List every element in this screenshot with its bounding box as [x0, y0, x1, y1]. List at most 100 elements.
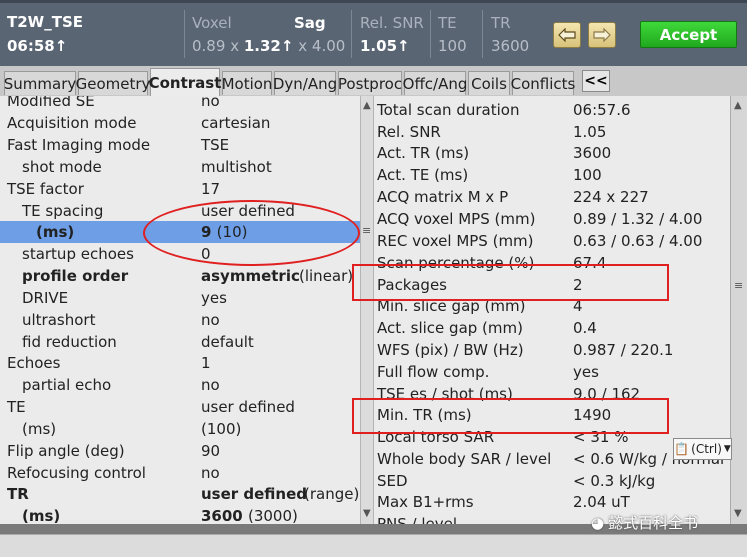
info-row: Act. slice gap (mm) 0.4 [374, 317, 730, 339]
redo-arrow-icon [593, 28, 611, 42]
info-row: REC voxel MPS (mm) 0.63 / 0.63 / 4.00 [374, 230, 730, 252]
scroll-up-icon[interactable]: ▲ [734, 100, 742, 111]
param-name: ultrashort [22, 311, 96, 329]
info-row: ACQ matrix M x P 224 x 227 [374, 186, 730, 208]
info-name: Max B1+rms [377, 493, 474, 511]
collapse-panel-button[interactable]: << [582, 70, 610, 92]
tab-coils[interactable]: Coils [468, 71, 510, 95]
param-row[interactable]: fid reduction default [0, 331, 360, 353]
info-value: 100 [573, 166, 602, 184]
scroll-down-icon[interactable]: ▼ [363, 508, 371, 519]
header-separator [351, 10, 352, 58]
scroll-up-icon[interactable]: ▲ [363, 100, 371, 111]
right-scrollbar[interactable]: ▲ ≡ ▼ [730, 96, 747, 524]
param-row[interactable]: TE user defined [0, 396, 360, 418]
param-row[interactable]: partial echo no [0, 374, 360, 396]
tab-postproc[interactable]: Postproc [338, 71, 402, 95]
param-name: Echoes [7, 354, 61, 372]
tab-conflicts[interactable]: Conflicts [511, 71, 575, 95]
tr-label: TR [491, 14, 511, 32]
tab-summary[interactable]: Summary [4, 71, 76, 95]
info-row: Act. TE (ms) 100 [374, 164, 730, 186]
duration-arrow-icon: ↑ [54, 37, 68, 55]
param-value: user defined [201, 398, 295, 416]
tab-offc-ang[interactable]: Offc/Ang [403, 71, 467, 95]
tr-value-default: (3000) [247, 507, 298, 524]
info-value: 0.63 / 0.63 / 4.00 [573, 232, 703, 250]
info-value: 0.89 / 1.32 / 4.00 [573, 210, 703, 228]
voxel-arrow-icon: ↑ [280, 37, 294, 55]
param-name: partial echo [22, 376, 112, 394]
tab-geometry[interactable]: Geometry [76, 71, 150, 95]
param-value: 1 [201, 354, 211, 372]
rel-snr-label: Rel. SNR [360, 14, 424, 32]
param-extra: (linear) [299, 267, 354, 285]
scroll-down-icon[interactable]: ▼ [734, 508, 742, 519]
accept-button[interactable]: Accept [640, 21, 737, 48]
voxel-label: Voxel [192, 14, 232, 32]
bottom-bar [0, 534, 747, 557]
redo-button[interactable] [588, 22, 616, 48]
protocol-name: T2W_TSE [7, 13, 83, 31]
param-name: TE spacing [22, 202, 104, 220]
param-name: Modified SE [7, 96, 95, 110]
param-name: (ms) [22, 507, 61, 524]
param-value: TSE [201, 136, 230, 154]
info-name: Act. TE (ms) [377, 166, 469, 184]
param-name: Flip angle (deg) [7, 442, 125, 460]
param-row[interactable]: (ms) (100) [0, 418, 360, 440]
info-name: Whole body SAR / level [377, 450, 552, 468]
param-name: Fast Imaging mode [7, 136, 151, 154]
info-value: < 0.3 kJ/kg [573, 472, 656, 490]
info-name: WFS (pix) / BW (Hz) [377, 341, 524, 359]
undo-button[interactable] [553, 22, 581, 48]
param-row[interactable]: profile order asymmetric (linear) [0, 265, 360, 287]
scroll-grip-icon[interactable]: ≡ [734, 279, 743, 292]
splitter-grip-icon[interactable]: ≡ [362, 224, 371, 237]
chevron-down-icon: ▼ [723, 444, 731, 454]
tr-value: 3600 [491, 37, 530, 55]
param-row[interactable]: Modified SE no [0, 96, 360, 112]
param-name: (ms) [36, 223, 75, 241]
param-row[interactable]: TSE factor 17 [0, 178, 360, 200]
clipboard-icon: 📋 [674, 442, 690, 456]
info-row: Total scan duration 06:57.6 [374, 99, 730, 121]
param-row[interactable]: Acquisition mode cartesian [0, 112, 360, 134]
param-extra: (range) [304, 485, 360, 503]
left-scrollbar[interactable]: ▲ ≡ ▼ [360, 96, 374, 524]
param-row[interactable]: DRIVE yes [0, 287, 360, 309]
orientation-label: Sag [294, 14, 326, 32]
param-row[interactable]: Fast Imaging mode TSE [0, 134, 360, 156]
info-value: 0.4 [573, 319, 597, 337]
paste-options-popup[interactable]: 📋 (Ctrl) ▼ [673, 438, 732, 460]
param-row[interactable]: Flip angle (deg) 90 [0, 440, 360, 462]
header-top-line [0, 0, 747, 3]
param-row[interactable]: ultrashort no [0, 309, 360, 331]
info-value: 3600 [573, 144, 612, 162]
voxel-values: 0.89 x 1.32↑ x 4.00 [192, 37, 345, 55]
param-row[interactable]: Echoes 1 [0, 352, 360, 374]
param-row[interactable]: (ms) 3600 (3000) [0, 505, 360, 524]
param-row[interactable]: TR user defined (range) [0, 483, 360, 505]
param-value: no [201, 311, 220, 329]
info-name: Rel. SNR [377, 123, 441, 141]
param-row[interactable]: shot mode multishot [0, 156, 360, 178]
tab-contrast[interactable]: Contrast [149, 68, 221, 96]
watermark-text: 懿式百科全书 [608, 514, 699, 532]
param-name: shot mode [22, 158, 102, 176]
param-row[interactable]: Refocusing control no [0, 462, 360, 484]
param-value: default [201, 333, 254, 351]
highlight-box-min-tr [352, 398, 669, 434]
wechat-icon: ◕ [591, 514, 605, 532]
tab-motion[interactable]: Motion [222, 71, 272, 95]
exam-header: T2W_TSE 06:58↑ Voxel Sag 0.89 x 1.32↑ x … [0, 0, 747, 66]
tab-dyn-ang[interactable]: Dyn/Ang [273, 71, 337, 95]
info-row: WFS (pix) / BW (Hz) 0.987 / 220.1 [374, 339, 730, 361]
voxel-sep-1: x [230, 37, 240, 55]
scan-duration-value: 06:58 [7, 37, 55, 55]
header-separator [430, 10, 431, 58]
info-value: 1.05 [573, 123, 607, 141]
highlight-ellipse-te-spacing [143, 200, 360, 266]
param-value: 17 [201, 180, 221, 198]
info-name: SED [377, 472, 408, 490]
